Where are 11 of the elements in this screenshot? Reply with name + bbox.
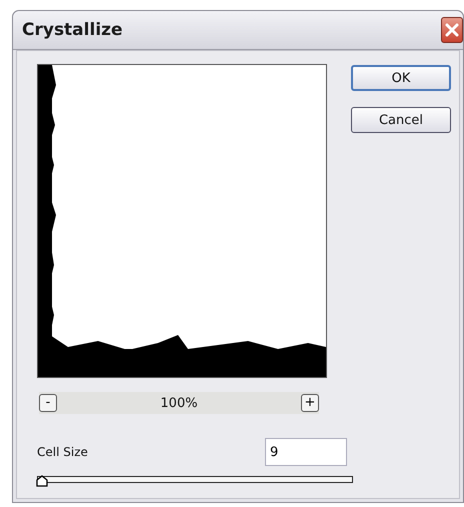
cell-size-field[interactable]: 9 bbox=[265, 438, 347, 466]
cancel-button[interactable]: Cancel bbox=[351, 107, 451, 133]
zoom-out-button[interactable]: - bbox=[39, 394, 57, 412]
window-title: Crystallize bbox=[22, 20, 123, 40]
close-button[interactable] bbox=[441, 17, 463, 43]
slider-thumb[interactable] bbox=[36, 475, 48, 487]
zoom-level: 100% bbox=[160, 396, 198, 410]
ok-button[interactable]: OK bbox=[351, 65, 451, 91]
zoom-in-button[interactable]: + bbox=[300, 394, 319, 412]
cell-size-label: Cell Size bbox=[37, 445, 88, 459]
close-icon bbox=[445, 23, 459, 37]
